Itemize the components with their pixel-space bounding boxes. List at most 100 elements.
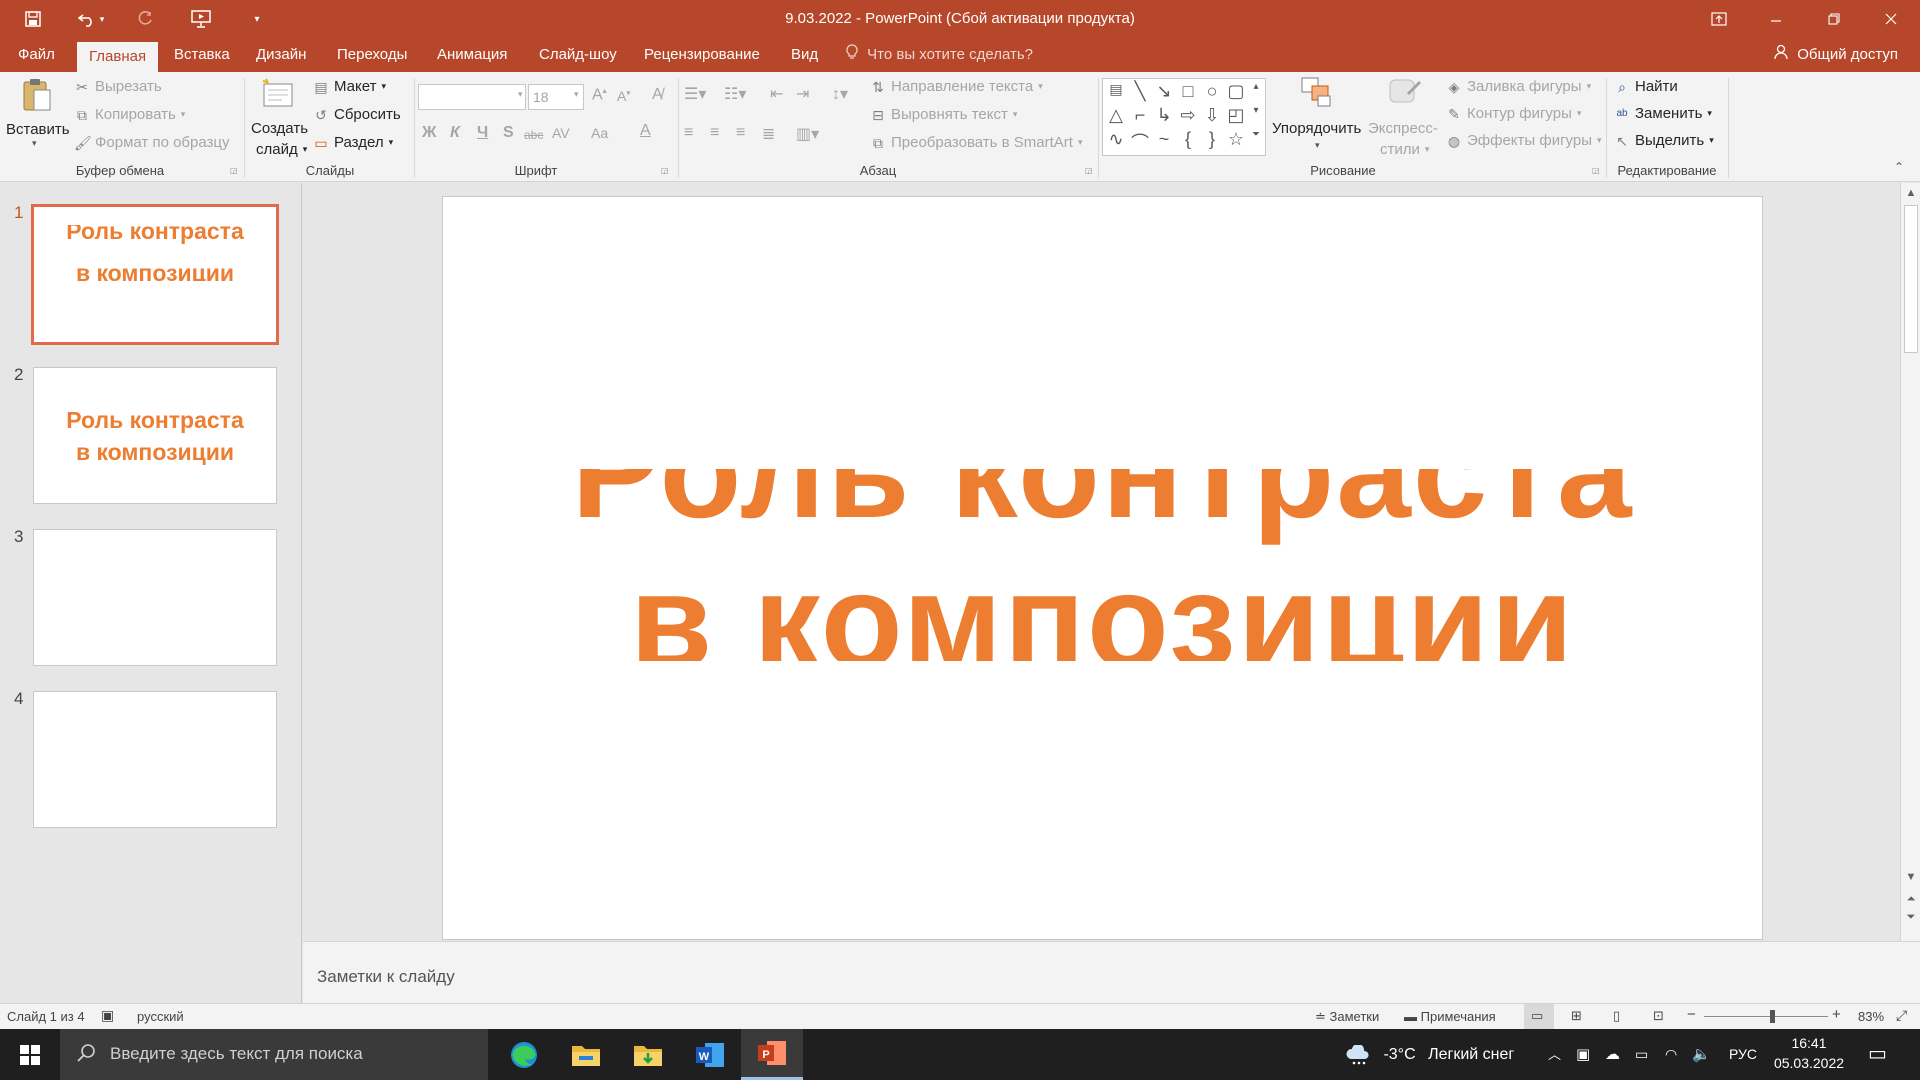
- clear-formatting-icon[interactable]: A̸: [652, 86, 663, 104]
- freeform-shape-icon[interactable]: ∿: [1105, 129, 1127, 150]
- triangle-shape-icon[interactable]: △: [1105, 105, 1127, 126]
- input-language[interactable]: РУС: [1729, 1029, 1757, 1080]
- underline-button[interactable]: Ч: [477, 124, 488, 142]
- notes-toggle[interactable]: ≐ Заметки: [1315, 1009, 1379, 1025]
- battery-icon[interactable]: ▭: [1635, 1029, 1648, 1080]
- notes-placeholder[interactable]: Заметки к слайду: [317, 967, 455, 987]
- font-color-button[interactable]: A: [640, 122, 651, 140]
- italic-button[interactable]: К: [450, 124, 460, 142]
- vertical-scrollbar[interactable]: ▲ ▼ ⏶ ⏷: [1900, 183, 1920, 941]
- notifications-icon[interactable]: ▭: [1868, 1029, 1887, 1080]
- shape-fill-button[interactable]: ◈ Заливка фигуры ▾: [1446, 78, 1591, 95]
- powerpoint-app-icon[interactable]: P: [741, 1029, 803, 1080]
- grow-font-icon[interactable]: A▴: [592, 86, 607, 104]
- paragraph-launcher-icon[interactable]: ◲: [1085, 166, 1093, 175]
- tab-view[interactable]: Вид: [791, 38, 818, 72]
- arrange-dropdown-icon[interactable]: ▾: [1315, 140, 1320, 151]
- zoom-slider-thumb[interactable]: [1770, 1010, 1775, 1023]
- oval-shape-icon[interactable]: ○: [1201, 81, 1223, 102]
- elbow-arrow-shape-icon[interactable]: ↳: [1153, 105, 1175, 126]
- cut-button[interactable]: ✂ Вырезать: [74, 78, 162, 95]
- shape-outline-button[interactable]: ✎ Контур фигуры ▾: [1446, 105, 1581, 122]
- arrange-icon[interactable]: [1296, 74, 1336, 121]
- show-hidden-icons[interactable]: ︿: [1548, 1029, 1561, 1080]
- decrease-indent-icon[interactable]: ⇤: [770, 84, 783, 104]
- gallery-more-icon[interactable]: ⏷: [1247, 129, 1265, 140]
- language-indicator[interactable]: русский: [137, 1009, 184, 1024]
- edge-app-icon[interactable]: [493, 1029, 555, 1080]
- font-size-dropdown-icon[interactable]: ▾: [574, 89, 579, 100]
- line-spacing-icon[interactable]: ↕▾: [832, 84, 848, 104]
- onedrive-cloud-icon[interactable]: ☁: [1605, 1029, 1620, 1080]
- zoom-slider-track[interactable]: [1704, 1016, 1828, 1017]
- paste-button[interactable]: Вставить: [6, 121, 70, 138]
- select-button[interactable]: ↖ Выделить ▾: [1614, 132, 1714, 149]
- align-right-icon[interactable]: ≡: [736, 124, 745, 142]
- font-family-dropdown-icon[interactable]: ▾: [518, 89, 523, 100]
- callout-shape-icon[interactable]: ◰: [1225, 105, 1247, 126]
- quick-styles-icon[interactable]: [1384, 74, 1424, 121]
- camera-icon[interactable]: ▣: [1576, 1029, 1590, 1080]
- wifi-icon[interactable]: ◠: [1665, 1029, 1677, 1080]
- font-family-combo[interactable]: [418, 84, 526, 110]
- justify-icon[interactable]: ≣: [762, 124, 775, 144]
- tab-slideshow[interactable]: Слайд-шоу: [539, 38, 617, 72]
- paste-icon[interactable]: [20, 76, 54, 127]
- new-slide-label-1[interactable]: Создать: [251, 120, 308, 137]
- comments-toggle[interactable]: ▬ Примечания: [1404, 1009, 1496, 1024]
- current-slide[interactable]: Роль контраста в композиции: [442, 196, 1763, 940]
- right-brace-shape-icon[interactable]: }: [1201, 129, 1223, 150]
- tell-me-search[interactable]: Что вы хотите сделать?: [846, 38, 1033, 72]
- share-button[interactable]: Общий доступ: [1774, 38, 1898, 72]
- increase-indent-icon[interactable]: ⇥: [796, 84, 809, 104]
- spellcheck-icon[interactable]: ▣: [101, 1007, 114, 1024]
- arc-shape-icon[interactable]: ⌒: [1129, 129, 1151, 155]
- change-case-button[interactable]: Aa: [591, 125, 608, 141]
- copy-button[interactable]: ⧉ Копировать ▾: [74, 106, 185, 123]
- replace-button[interactable]: ab Заменить ▾: [1614, 105, 1712, 122]
- tab-insert[interactable]: Вставка: [174, 38, 230, 72]
- reset-button[interactable]: ↺ Сбросить: [313, 106, 401, 123]
- format-painter-button[interactable]: 🖌 Формат по образцу: [74, 134, 230, 151]
- fit-slide-icon[interactable]: ⤢: [1896, 1007, 1907, 1024]
- zoom-out-icon[interactable]: −: [1687, 1006, 1696, 1023]
- clock[interactable]: 16:41 05.03.2022: [1773, 1029, 1845, 1080]
- columns-icon[interactable]: ▥▾: [796, 124, 819, 144]
- arrow-line-shape-icon[interactable]: ↘: [1153, 81, 1175, 102]
- slide-thumbnails-pane[interactable]: 1 Роль контраста в композиции 2 Роль кон…: [0, 183, 302, 1003]
- character-spacing-button[interactable]: AV: [552, 125, 570, 141]
- shape-effects-button[interactable]: ◍ Эффекты фигуры ▾: [1446, 132, 1602, 149]
- slide-thumbnail-1[interactable]: Роль контраста в композиции: [31, 204, 279, 345]
- slide-thumbnail-4[interactable]: [33, 691, 277, 828]
- convert-smartart-button[interactable]: ⧉ Преобразовать в SmartArt ▾: [870, 134, 1082, 151]
- word-app-icon[interactable]: W: [679, 1029, 741, 1080]
- weather-widget[interactable]: -3°C Легкий снег: [1345, 1029, 1514, 1080]
- tab-transitions[interactable]: Переходы: [337, 38, 407, 72]
- slide-title[interactable]: Роль контраста в композиции: [443, 469, 1762, 661]
- scroll-up-icon[interactable]: ▲: [1901, 187, 1920, 199]
- new-slide-icon[interactable]: [258, 76, 298, 123]
- paste-dropdown-icon[interactable]: ▾: [32, 138, 37, 149]
- tab-review[interactable]: Рецензирование: [644, 38, 760, 72]
- down-arrow-shape-icon[interactable]: ⇩: [1201, 105, 1223, 126]
- tab-animations[interactable]: Анимация: [437, 38, 507, 72]
- downloads-folder-icon[interactable]: [617, 1029, 679, 1080]
- text-shadow-button[interactable]: S: [503, 124, 514, 142]
- slide-sorter-icon[interactable]: ⊞: [1571, 1008, 1582, 1024]
- tab-home[interactable]: Главная: [77, 42, 159, 72]
- quick-styles-label-1[interactable]: Экспресс-: [1368, 120, 1438, 137]
- zoom-level[interactable]: 83%: [1858, 1009, 1884, 1024]
- gallery-down-icon[interactable]: ▾: [1247, 105, 1265, 116]
- previous-slide-icon[interactable]: ⏶: [1901, 893, 1920, 906]
- quick-styles-button[interactable]: стили ▾: [1380, 141, 1429, 158]
- slideshow-view-icon[interactable]: ⊡: [1653, 1008, 1664, 1024]
- shrink-font-icon[interactable]: A▾: [617, 88, 630, 104]
- reading-view-icon[interactable]: ▯: [1613, 1008, 1620, 1024]
- textbox-shape-icon[interactable]: ▤: [1105, 81, 1127, 98]
- layout-button[interactable]: ▤ Макет ▾: [313, 78, 386, 95]
- next-slide-icon[interactable]: ⏷: [1901, 911, 1920, 924]
- scroll-down-icon[interactable]: ▼: [1901, 871, 1920, 883]
- find-button[interactable]: ⌕ Найти: [1614, 78, 1678, 95]
- bold-button[interactable]: Ж: [422, 124, 436, 142]
- align-text-button[interactable]: ⊟ Выровнять текст ▾: [870, 106, 1017, 123]
